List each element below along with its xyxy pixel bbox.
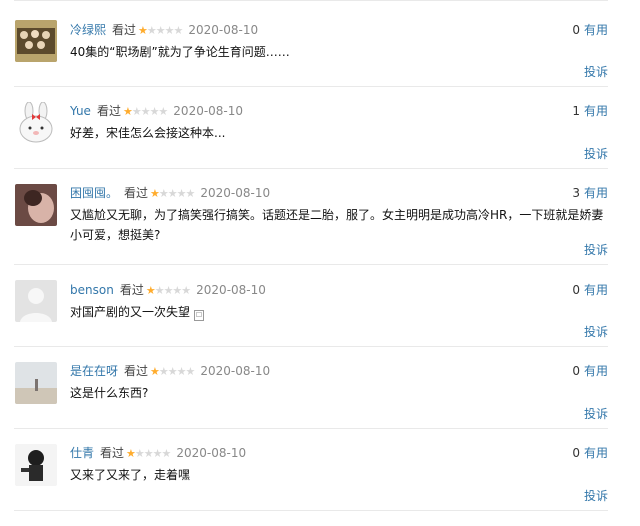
comment-date: 2020-08-10	[200, 186, 271, 200]
useful-button[interactable]: 有用	[584, 283, 608, 297]
report-link[interactable]: 投诉	[584, 488, 608, 504]
vote-box: 1 有用	[572, 103, 608, 119]
comment-meta: 困囤囤。 看过 ★★★★★ 2020-08-10	[70, 185, 270, 201]
avatar[interactable]	[15, 362, 57, 404]
avatar[interactable]	[15, 280, 57, 322]
comment-meta: 仕青 看过 ★★★★★ 2020-08-10	[70, 445, 246, 461]
comment-date: 2020-08-10	[188, 23, 259, 37]
divider	[14, 510, 608, 511]
comment-text: 好差，宋佳怎么会接这种本...	[70, 126, 226, 140]
useful-button[interactable]: 有用	[584, 446, 608, 460]
vote-count: 0	[572, 23, 580, 37]
rating-stars: ★★★★★	[150, 187, 195, 200]
divider	[14, 168, 608, 169]
comment-meta: 冷绿熙 看过 ★★★★★ 2020-08-10	[70, 22, 258, 38]
useful-button[interactable]: 有用	[584, 23, 608, 37]
watch-status: 看过	[119, 283, 144, 297]
avatar[interactable]	[15, 444, 57, 486]
report-link[interactable]: 投诉	[584, 64, 608, 80]
avatar[interactable]	[15, 102, 57, 144]
username[interactable]: 冷绿熙	[70, 23, 106, 37]
vote-box: 3 有用	[572, 185, 608, 201]
username[interactable]: 仕青	[70, 446, 94, 460]
comment-meta: benson 看过 ★★★★★ 2020-08-10	[70, 282, 266, 298]
useful-button[interactable]: 有用	[584, 364, 608, 378]
comment-date: 2020-08-10	[200, 364, 271, 378]
comment-text: 对国产剧的又一次失望	[70, 305, 191, 319]
vote-count: 0	[572, 283, 580, 297]
useful-button[interactable]: 有用	[584, 104, 608, 118]
comment-text-row: 对国产剧的又一次失望 ☐	[70, 302, 610, 322]
vote-count: 0	[572, 364, 580, 378]
vote-count: 0	[572, 446, 580, 460]
avatar-image	[15, 362, 57, 404]
divider	[14, 86, 608, 87]
avatar-image	[15, 184, 57, 226]
rating-stars: ★★★★★	[126, 447, 171, 460]
avatar-image	[15, 444, 57, 486]
report-link[interactable]: 投诉	[584, 406, 608, 422]
comment-text: 40集的“职场剧”就为了争论生育问题……	[70, 45, 290, 59]
rating-stars: ★★★★★	[138, 24, 183, 37]
report-link[interactable]: 投诉	[584, 146, 608, 162]
comment-text: 又来了又来了，走着嘿	[70, 468, 191, 482]
comment-date: 2020-08-10	[173, 104, 244, 118]
comment-meta: Yue 看过 ★★★★★ 2020-08-10	[70, 103, 243, 119]
comment-date: 2020-08-10	[196, 283, 266, 297]
vote-box: 0 有用	[572, 363, 608, 379]
vote-count: 1	[572, 104, 580, 118]
avatar[interactable]	[15, 184, 57, 226]
rating-stars: ★★★★★	[150, 365, 195, 378]
watch-status: 看过	[100, 446, 125, 460]
vote-box: 0 有用	[572, 445, 608, 461]
avatar[interactable]	[15, 20, 57, 62]
username[interactable]: 是在在呀	[70, 364, 118, 378]
divider	[14, 346, 608, 347]
watch-status: 看过	[124, 186, 149, 200]
comment-meta: 是在在呀 看过 ★★★★★ 2020-08-10	[70, 363, 270, 379]
emoji-icon: ☐	[194, 310, 205, 321]
watch-status: 看过	[96, 104, 121, 118]
divider	[14, 264, 608, 265]
report-link[interactable]: 投诉	[584, 242, 608, 258]
default-user-icon	[15, 280, 57, 322]
username[interactable]: Yue	[70, 104, 91, 118]
divider	[14, 0, 608, 1]
rating-stars: ★★★★★	[122, 105, 168, 118]
avatar-image	[15, 20, 57, 62]
watch-status: 看过	[112, 23, 137, 37]
rating-stars: ★★★★★	[145, 284, 191, 297]
vote-box: 0 有用	[572, 282, 608, 298]
watch-status: 看过	[124, 364, 149, 378]
comment-text: 又尴尬又无聊，为了搞笑强行搞笑。话题还是二胎，服了。女主明明是成功高冷HR，一下…	[70, 208, 604, 242]
comment-date: 2020-08-10	[176, 446, 247, 460]
vote-count: 3	[572, 186, 580, 200]
username[interactable]: benson	[70, 283, 114, 297]
comment-text: 这是什么东西?	[70, 386, 149, 400]
useful-button[interactable]: 有用	[584, 186, 608, 200]
divider	[14, 428, 608, 429]
report-link[interactable]: 投诉	[584, 324, 608, 340]
rabbit-avatar-image	[15, 102, 57, 144]
username[interactable]: 困囤囤。	[70, 186, 118, 200]
vote-box: 0 有用	[572, 22, 608, 38]
